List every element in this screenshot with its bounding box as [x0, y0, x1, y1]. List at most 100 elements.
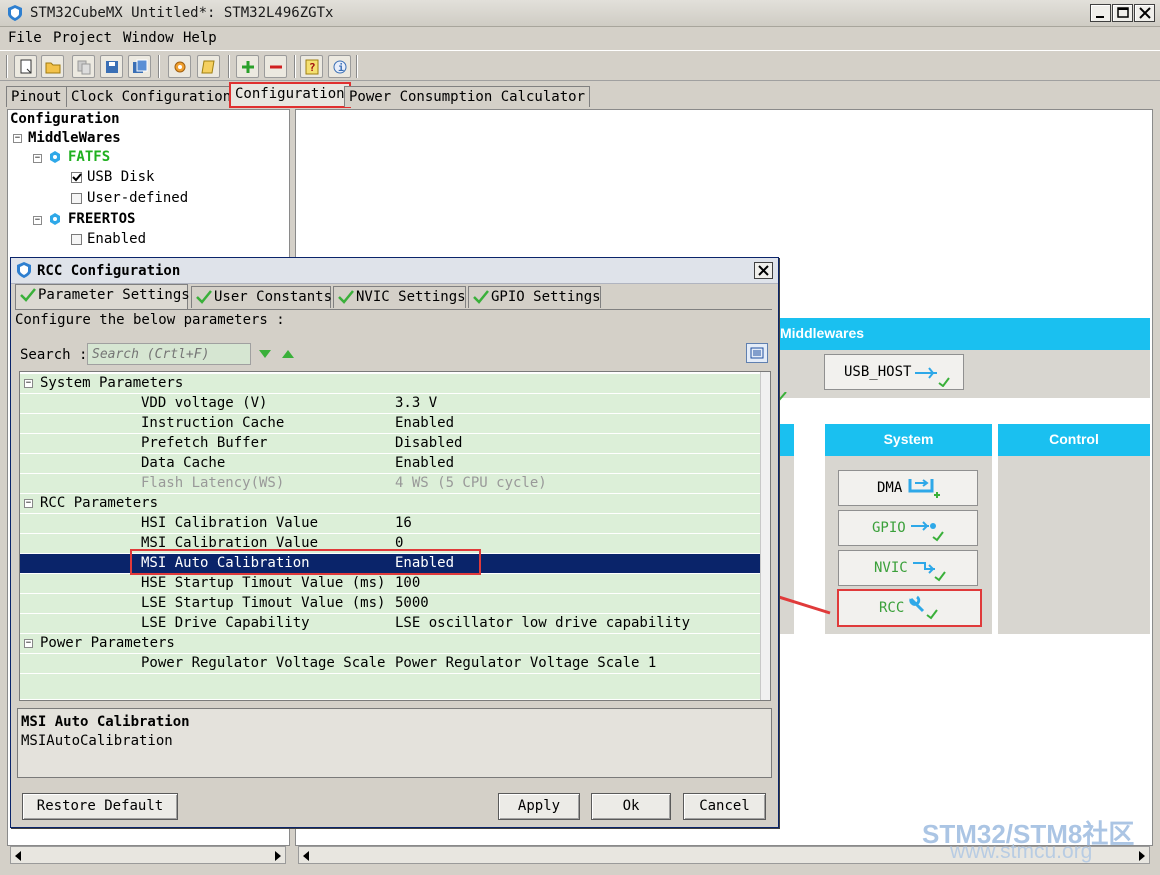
ok-button[interactable]: Ok	[591, 793, 671, 820]
check-icon	[196, 290, 212, 304]
collapse-icon[interactable]: −	[33, 154, 42, 163]
left-horizontal-scrollbar[interactable]	[10, 846, 286, 864]
minimize-button[interactable]	[1090, 4, 1111, 22]
collapse-icon[interactable]: −	[33, 216, 42, 225]
menu-window[interactable]: Window	[123, 30, 174, 46]
middleware-icon	[50, 151, 60, 163]
menu-bar: File Project Window Help	[0, 27, 1160, 49]
search-prev-icon[interactable]	[281, 348, 295, 360]
report-icon[interactable]	[197, 55, 220, 78]
collapse-icon: −	[24, 498, 33, 508]
param-row: Flash Latency(WS) 4 WS (5 CPU cycle)	[20, 474, 760, 494]
apply-button[interactable]: Apply	[498, 793, 580, 820]
control-body	[998, 456, 1150, 634]
check-icon	[20, 288, 36, 302]
open-folder-icon[interactable]	[41, 55, 64, 78]
tree-freertos-enabled: Enabled	[87, 231, 147, 247]
tab-power-consumption-calculator[interactable]: Power Consumption Calculator	[344, 86, 591, 107]
search-next-icon[interactable]	[258, 348, 272, 360]
copy-icon[interactable]	[72, 55, 95, 78]
tree-usb-disk: USB Disk	[87, 169, 155, 185]
tab-user-constants[interactable]: User Constants	[191, 286, 332, 308]
param-row[interactable]: MSI Calibration Value 0	[20, 534, 760, 554]
collapse-icon: −	[24, 638, 33, 648]
app-icon	[17, 262, 31, 278]
middleware-icon	[50, 213, 60, 225]
description-title: MSI Auto Calibration	[21, 714, 190, 730]
param-row-selected[interactable]: MSI Auto Calibration Enabled	[20, 554, 768, 574]
description-text: MSIAutoCalibration	[21, 733, 173, 749]
cancel-button[interactable]: Cancel	[683, 793, 766, 820]
group-rcc-parameters[interactable]: − RCC Parameters	[20, 494, 760, 514]
about-icon[interactable]: i	[328, 55, 351, 78]
usb-disk-checkbox[interactable]	[71, 172, 82, 183]
tree-middlewares[interactable]: MiddleWares	[28, 130, 121, 146]
tab-clock-configuration[interactable]: Clock Configuration	[66, 86, 237, 107]
dialog-close-button[interactable]	[754, 262, 773, 279]
help-icon[interactable]: ?	[300, 55, 323, 78]
rcc-button[interactable]: RCC	[837, 589, 982, 627]
table-vertical-scrollbar[interactable]	[760, 372, 770, 700]
empty-row	[20, 674, 760, 700]
tree-root: Configuration	[10, 111, 120, 127]
collapse-icon[interactable]: −	[13, 134, 22, 143]
usb-host-button[interactable]: USB_HOST	[824, 354, 964, 390]
restore-default-button[interactable]: Restore Default	[22, 793, 178, 820]
nvic-button[interactable]: NVIC	[838, 550, 978, 586]
rcc-configuration-dialog: RCC Configuration Parameter Settings Use…	[10, 257, 779, 828]
usb-icon	[915, 367, 950, 387]
tab-pinout[interactable]: Pinout	[6, 86, 67, 107]
search-label: Search :	[20, 347, 88, 363]
app-icon	[8, 5, 22, 21]
group-power-parameters[interactable]: − Power Parameters	[20, 634, 760, 654]
menu-project[interactable]: Project	[53, 30, 112, 46]
main-tab-bar: Pinout Clock Configuration Configuration…	[0, 82, 1160, 108]
wrench-icon	[909, 595, 938, 620]
param-row[interactable]: HSI Calibration Value 16	[20, 514, 760, 534]
tree-freertos[interactable]: FREERTOS	[68, 211, 135, 227]
freertos-enabled-checkbox[interactable]	[71, 234, 82, 245]
param-row[interactable]: LSE Startup Timout Value (ms) 5000	[20, 594, 760, 614]
param-row[interactable]: Power Regulator Voltage Scale Power Regul…	[20, 654, 760, 674]
param-row[interactable]: Data Cache Enabled	[20, 454, 760, 474]
maximize-button[interactable]	[1112, 4, 1133, 22]
param-row[interactable]: LSE Drive Capability LSE oscillator low d…	[20, 614, 760, 634]
gpio-icon	[911, 521, 944, 542]
add-icon[interactable]	[236, 55, 259, 78]
close-window-button[interactable]	[1134, 4, 1155, 22]
list-view-icon[interactable]	[746, 343, 768, 363]
tree-fatfs[interactable]: FATFS	[68, 149, 110, 165]
param-row[interactable]: Instruction Cache Enabled	[20, 414, 760, 434]
watermark-url: www.stmcu.org	[950, 840, 1093, 863]
user-defined-checkbox[interactable]	[71, 193, 82, 204]
tab-configuration[interactable]: Configuration	[229, 82, 351, 108]
tab-parameter-settings[interactable]: Parameter Settings	[15, 284, 190, 310]
save-icon[interactable]	[100, 55, 123, 78]
dialog-title: RCC Configuration	[37, 263, 181, 279]
tab-gpio-settings[interactable]: GPIO Settings	[468, 286, 601, 308]
description-panel: MSI Auto Calibration MSIAutoCalibration	[17, 708, 772, 778]
tree-user-defined: User-defined	[87, 190, 189, 206]
middlewares-header: Middlewares	[774, 318, 1150, 350]
dma-button[interactable]: DMA	[838, 470, 978, 506]
new-project-icon[interactable]	[14, 55, 37, 78]
toolbar: ? i	[0, 50, 1160, 81]
remove-icon[interactable]	[264, 55, 287, 78]
search-input[interactable]	[87, 343, 251, 365]
param-row[interactable]: HSE Startup Timout Value (ms) 100	[20, 574, 760, 594]
param-row[interactable]: VDD voltage (V) 3.3 V	[20, 394, 760, 414]
save-as-icon[interactable]	[128, 55, 151, 78]
check-icon	[473, 290, 489, 304]
menu-help[interactable]: Help	[183, 30, 217, 46]
menu-file[interactable]: File	[8, 30, 42, 46]
gpio-button[interactable]: GPIO	[838, 510, 978, 546]
window-title: STM32CubeMX Untitled*: STM32L496ZGTx	[30, 5, 334, 21]
nvic-icon	[913, 562, 946, 582]
check-icon	[338, 290, 354, 304]
tab-nvic-settings[interactable]: NVIC Settings	[333, 286, 466, 308]
param-row[interactable]: Prefetch Buffer Disabled	[20, 434, 760, 454]
group-system-parameters[interactable]: − System Parameters	[20, 374, 760, 394]
svg-text:?: ?	[309, 61, 316, 74]
system-body: DMA GPIO NVIC RCC	[825, 456, 992, 634]
generate-icon[interactable]	[168, 55, 191, 78]
